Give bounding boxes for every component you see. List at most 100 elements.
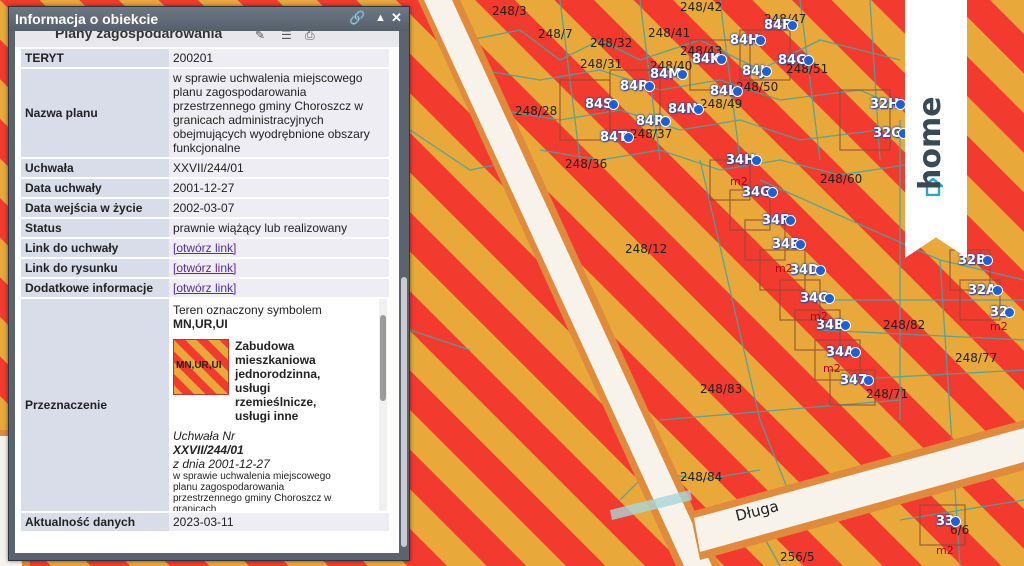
table-row: Nazwa planu w sprawie uchwalenia miejsco…	[21, 67, 389, 158]
building-marker[interactable]: 34D	[790, 263, 826, 278]
row-key: Dodatkowe informacje	[21, 277, 169, 298]
home-badge[interactable]: home	[905, 0, 967, 258]
uchwala-link[interactable]: [otwórz link]	[173, 241, 236, 255]
table-row: Uchwała XXVII/244/01	[21, 157, 389, 178]
area-unit-label: m2	[775, 262, 793, 275]
row-value: 2001-12-27	[169, 177, 389, 198]
building-marker[interactable]: 34E	[772, 237, 806, 252]
przeznaczenie-scroll-box[interactable]: Teren oznaczony symbolem MN,UR,UI MN,UR,…	[169, 299, 389, 511]
panel-body[interactable]: Plany zagospodarowania ✎ ☰ ⎙ TERYT 20020…	[15, 31, 399, 553]
marker-pin-icon	[982, 255, 993, 266]
uchwala-date: z dnia 2001-12-27	[173, 457, 270, 471]
building-marker[interactable]: 84N	[668, 102, 704, 117]
object-info-panel[interactable]: Informacja o obiekcie 🔗 ▲ ✕ Plany zagosp…	[8, 6, 410, 561]
building-marker[interactable]: 84T	[600, 130, 634, 145]
row-key: Przeznaczenie	[21, 297, 169, 512]
row-value: 2023-03-11	[169, 511, 389, 531]
table-row: TERYT 200201	[21, 49, 389, 68]
building-marker[interactable]: 32	[990, 305, 1016, 320]
list-icon[interactable]: ☰	[281, 31, 292, 42]
marker-pin-icon	[894, 99, 906, 110]
building-marker[interactable]: 84K	[692, 52, 728, 67]
building-marker[interactable]: 32H	[870, 97, 906, 112]
row-key: Link do rysunku	[21, 257, 169, 278]
marker-pin-icon	[660, 116, 672, 127]
info-table: TERYT 200201 Nazwa planu w sprawie uchwa…	[21, 49, 389, 531]
row-key: Uchwała	[21, 157, 169, 178]
panel-titlebar[interactable]: Informacja o obiekcie 🔗 ▲ ✕	[9, 7, 409, 31]
parcel-label: 248/37	[630, 127, 673, 141]
row-key: Aktualność danych	[21, 511, 169, 531]
section-title: Plany zagospodarowania	[55, 31, 223, 41]
building-marker[interactable]: 33	[936, 514, 962, 529]
parcel-label: 248/7	[538, 27, 573, 41]
section-header[interactable]: Plany zagospodarowania ✎ ☰ ⎙	[15, 31, 399, 47]
table-row: Status prawnie wiążący lub realizowany	[21, 217, 389, 238]
building-marker[interactable]: 84S	[585, 97, 620, 112]
building-marker[interactable]: 347	[840, 373, 875, 388]
building-marker[interactable]: 84P	[620, 79, 655, 94]
rysunek-link[interactable]: [otwórz link]	[173, 261, 236, 275]
table-row: Link do uchwały [otwórz link]	[21, 237, 389, 258]
inner-scrollbar[interactable]	[379, 299, 387, 511]
print-icon[interactable]: ⎙	[305, 31, 315, 43]
parcel-label: 248/49	[700, 97, 743, 111]
panel-scrollbar-thumb[interactable]	[401, 277, 407, 547]
table-row: Aktualność danych 2023-03-11	[21, 511, 389, 531]
edit-icon[interactable]: ✎	[255, 31, 265, 42]
building-marker[interactable]: 84L	[710, 84, 744, 99]
row-key: TERYT	[21, 49, 169, 68]
swatch-label: MN,UR,UI	[176, 360, 222, 371]
parcel-label: 248/82	[883, 318, 926, 332]
dodatkowe-info-link[interactable]: [otwórz link]	[173, 281, 236, 295]
area-unit-label: m2	[936, 544, 954, 557]
parcel-label: 248/41	[648, 26, 691, 40]
marker-pin-icon	[677, 69, 689, 80]
parcel-label: 256/5	[780, 550, 815, 564]
marker-pin-icon	[760, 66, 772, 77]
row-value: 2002-03-07	[169, 197, 389, 218]
row-value: XXVII/244/01	[169, 157, 389, 178]
building-marker[interactable]: 84R	[636, 114, 672, 129]
area-unit-label: m2	[730, 175, 748, 188]
uchwala-number: XXVII/244/01	[173, 443, 244, 457]
panel-scrollbar[interactable]	[399, 31, 409, 553]
marker-pin-icon	[766, 187, 778, 198]
marker-pin-icon	[608, 99, 620, 110]
row-key: Data uchwały	[21, 177, 169, 198]
close-icon[interactable]: ✕	[391, 10, 402, 26]
building-marker[interactable]: 34A	[826, 345, 862, 360]
marker-pin-icon	[823, 293, 835, 304]
parcel-label: 248/42	[680, 0, 723, 14]
building-marker[interactable]: 32A	[968, 283, 1004, 298]
parcel-label: 248/83	[700, 382, 743, 396]
collapse-icon[interactable]: ▲	[375, 12, 386, 24]
building-marker[interactable]: 84G	[778, 53, 814, 68]
parcel-label: 248/12	[625, 242, 668, 256]
marker-pin-icon	[814, 265, 826, 276]
marker-pin-icon	[1004, 307, 1016, 318]
row-key: Nazwa planu	[21, 67, 169, 158]
link-icon[interactable]: 🔗	[349, 10, 365, 26]
inner-scrollbar-thumb[interactable]	[380, 315, 386, 401]
row-key: Link do uchwały	[21, 237, 169, 258]
building-marker[interactable]: 84F	[764, 18, 798, 33]
building-marker[interactable]: 34H	[726, 153, 762, 168]
building-marker[interactable]: 84J	[742, 64, 772, 79]
parcel-label: 248/71	[866, 387, 909, 401]
marker-pin-icon	[643, 81, 655, 92]
building-marker[interactable]: 34C	[800, 291, 835, 306]
building-marker[interactable]: 32G	[873, 126, 909, 141]
building-marker[interactable]: 34F	[762, 213, 796, 228]
marker-pin-icon	[732, 86, 744, 97]
building-marker[interactable]: 84M	[650, 67, 689, 82]
row-key: Status	[21, 217, 169, 238]
parcel-label: 248/77	[955, 351, 998, 365]
marker-pin-icon	[784, 215, 796, 226]
przeznaczenie-symbol: MN,UR,UI	[173, 317, 228, 331]
building-marker[interactable]: 84H	[730, 33, 766, 48]
parcel-label: 248/60	[820, 172, 863, 186]
parcel-label: 248/3	[492, 4, 527, 18]
marker-pin-icon	[840, 320, 851, 331]
uchwala-text: w sprawie uchwalenia miejscowego planu z…	[173, 471, 332, 511]
